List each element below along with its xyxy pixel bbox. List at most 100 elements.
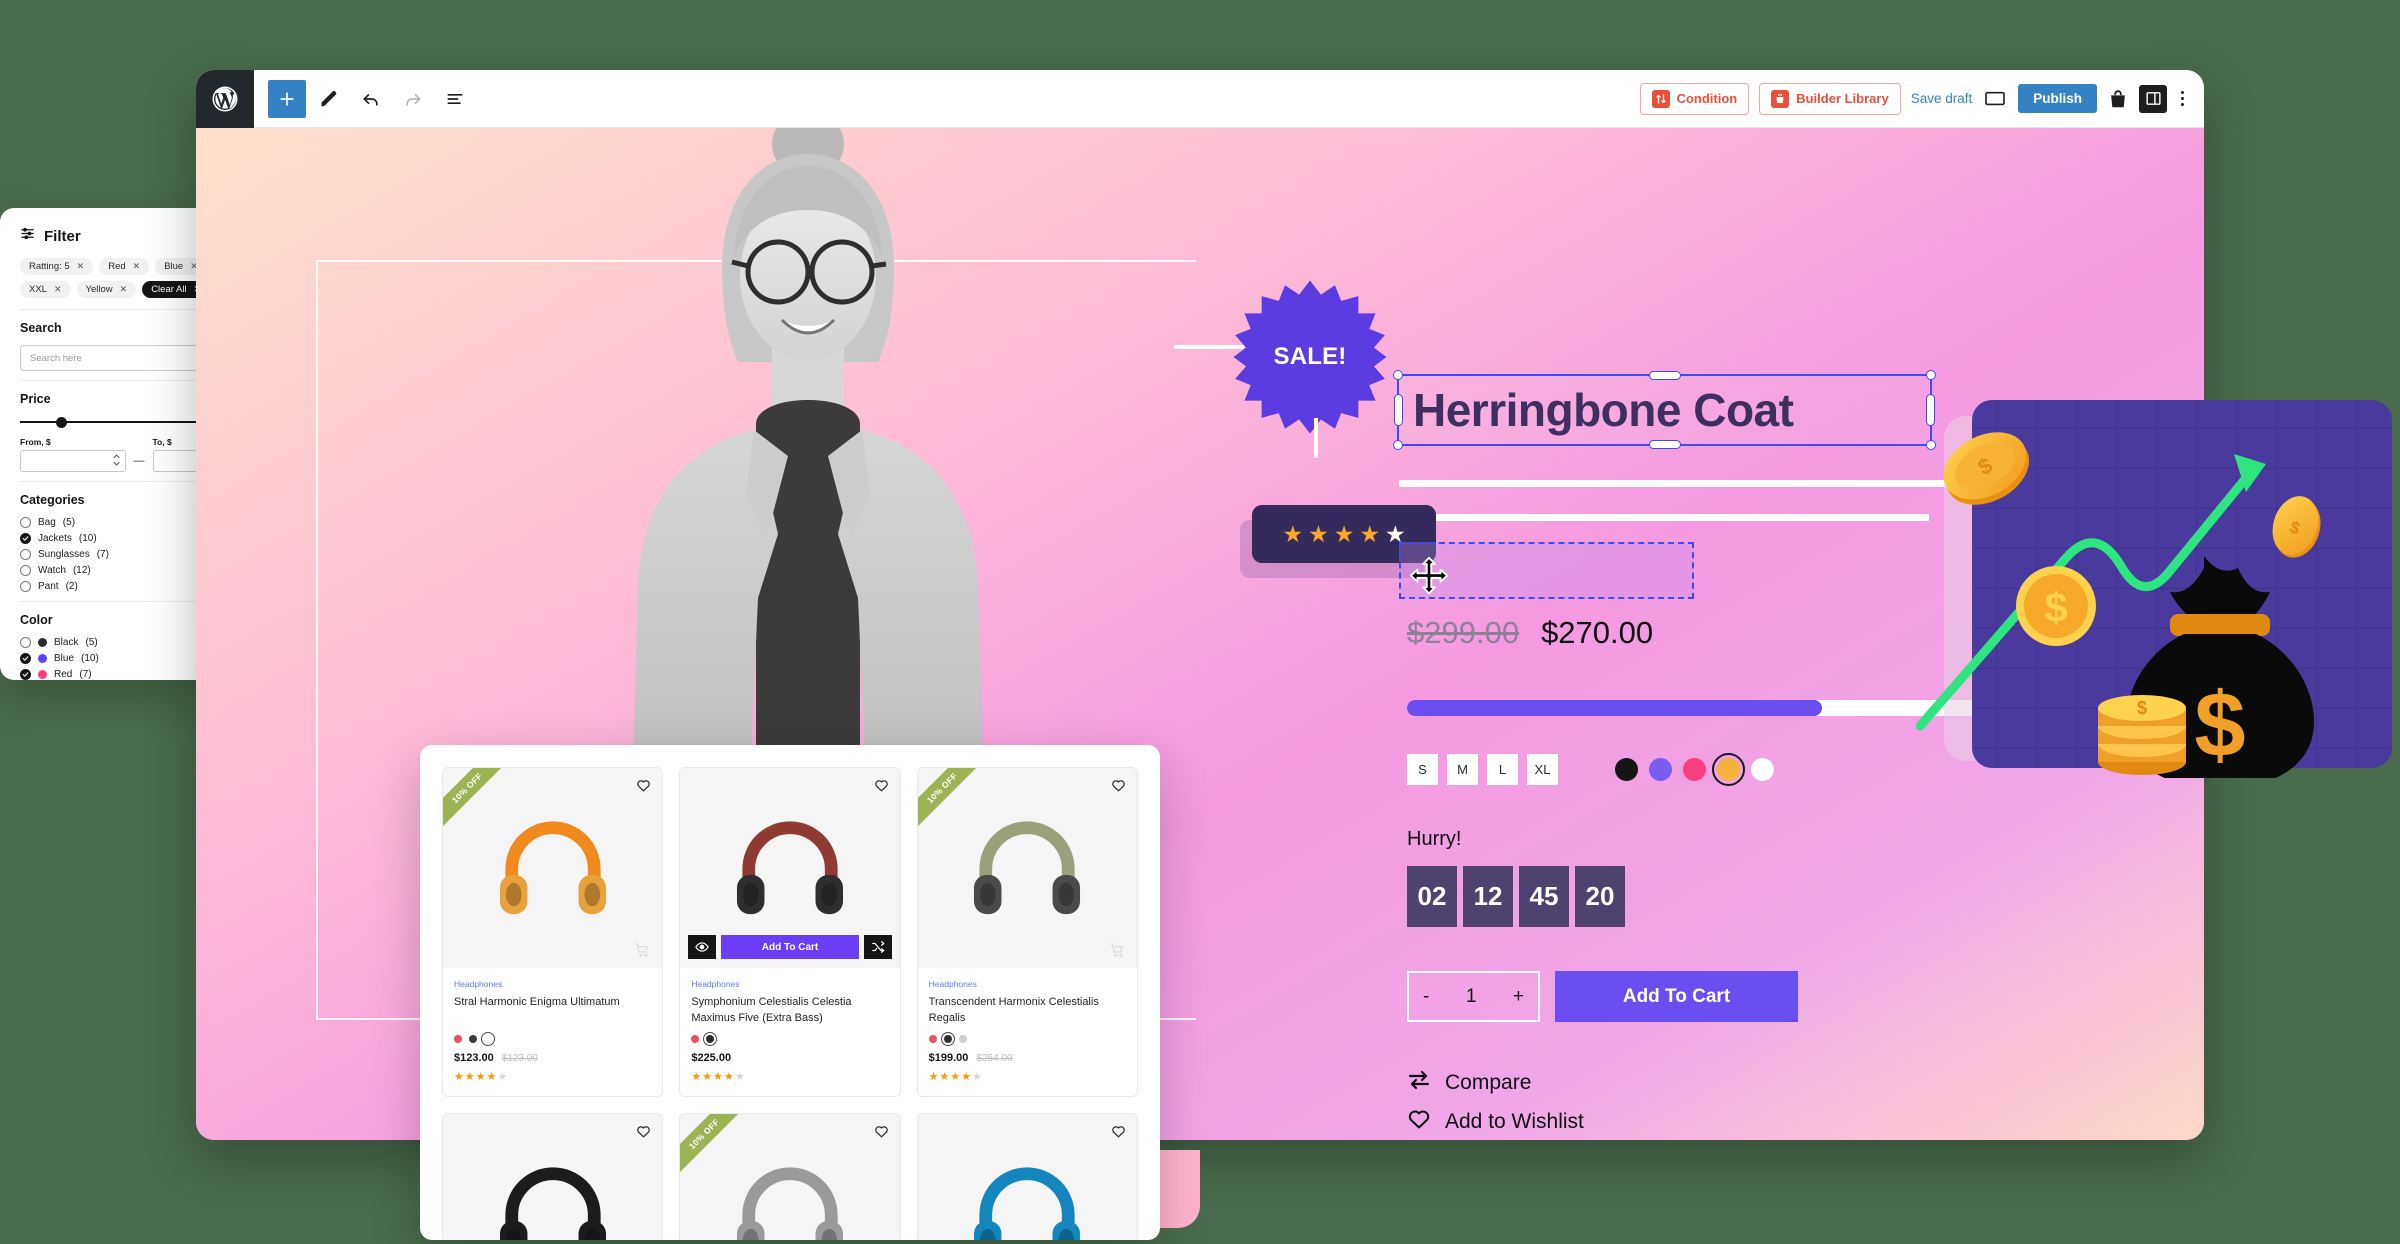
resize-handle-left[interactable]: [1394, 394, 1403, 426]
product-image: [974, 1167, 1081, 1240]
size-option-s[interactable]: S: [1407, 754, 1438, 785]
product-card[interactable]: [916, 1113, 1138, 1240]
size-option-l[interactable]: L: [1487, 754, 1518, 785]
sidebar-panel-icon[interactable]: [2139, 84, 2167, 113]
publish-button[interactable]: Publish: [2018, 84, 2097, 113]
product-image: [499, 821, 606, 915]
product-color-dot[interactable]: [469, 1035, 477, 1043]
edit-pencil-icon[interactable]: [310, 80, 348, 118]
toolbar-right-actions: Condition Builder Library Save draft Pub…: [1639, 82, 2204, 115]
wishlist-heart-icon[interactable]: [874, 1124, 889, 1139]
product-title-block[interactable]: Herringbone Coat: [1393, 370, 1936, 450]
condition-button[interactable]: Condition: [1639, 82, 1750, 115]
product-thumbnail: 10% OFF: [680, 1114, 900, 1240]
product-card[interactable]: Add To Cart Headphones Symphonium Celestia…: [679, 767, 901, 1097]
wishlist-link[interactable]: Add to Wishlist: [1407, 1107, 1584, 1137]
radio-unchecked-icon[interactable]: [20, 637, 31, 648]
wishlist-heart-icon[interactable]: [1111, 1124, 1126, 1139]
product-card[interactable]: [442, 1113, 664, 1240]
product-color-dot[interactable]: [928, 1035, 937, 1043]
product-name[interactable]: Symphonium Celestialis Celestia Maximus …: [691, 995, 888, 1027]
product-color-dot[interactable]: [940, 1032, 955, 1046]
swatch-pink[interactable]: [1683, 758, 1706, 781]
builder-library-label: Builder Library: [1796, 91, 1889, 106]
product-price-was: $254.00: [976, 1053, 1013, 1064]
resize-handle-bottom-left[interactable]: [1393, 440, 1403, 450]
redo-icon[interactable]: [394, 80, 432, 118]
wishlist-label: Add to Wishlist: [1445, 1110, 1584, 1133]
product-color-dot[interactable]: [691, 1035, 700, 1043]
radio-checked-icon[interactable]: [20, 669, 31, 680]
radio-checked-icon[interactable]: [20, 533, 31, 544]
product-thumbnail: 10% OFF: [917, 768, 1137, 968]
filter-chip[interactable]: Red ✕: [99, 258, 150, 275]
swatch-purple[interactable]: [1649, 758, 1672, 781]
size-option-xl[interactable]: XL: [1527, 754, 1558, 785]
chip-remove-icon[interactable]: ✕: [77, 261, 85, 272]
radio-unchecked-icon[interactable]: [20, 565, 31, 576]
product-color-dot[interactable]: [454, 1035, 462, 1043]
product-name[interactable]: Stral Harmonic Enigma Ultimatum: [454, 995, 651, 1027]
product-name[interactable]: Transcendent Harmonix Celestialis Regali…: [929, 995, 1126, 1027]
star-filled-icon: ★: [1359, 520, 1380, 547]
filter-chip[interactable]: XXL ✕: [20, 281, 71, 298]
wishlist-heart-icon[interactable]: [1111, 778, 1126, 793]
add-block-button[interactable]: [268, 79, 306, 118]
save-draft-button[interactable]: Save draft: [1911, 91, 1973, 106]
product-card[interactable]: 10% OFF: [679, 1113, 901, 1240]
quantity-decrease-button[interactable]: -: [1423, 986, 1429, 1008]
product-category[interactable]: Headphones: [929, 979, 1126, 989]
swatch-black[interactable]: [1615, 758, 1638, 781]
woo-bag-icon[interactable]: [2107, 88, 2129, 110]
swatch-yellow[interactable]: [1712, 753, 1745, 786]
star-empty-icon: ★: [734, 1071, 745, 1083]
desktop-preview-icon[interactable]: [1982, 88, 2008, 110]
chip-remove-icon[interactable]: ✕: [54, 284, 62, 295]
radio-unchecked-icon[interactable]: [20, 549, 31, 560]
list-view-icon[interactable]: [436, 80, 474, 118]
product-color-dot[interactable]: [481, 1032, 495, 1046]
product-color-dot[interactable]: [958, 1035, 967, 1043]
wishlist-heart-icon[interactable]: [636, 778, 651, 793]
wishlist-heart-icon[interactable]: [636, 1124, 651, 1139]
add-to-cart-button[interactable]: Add To Cart: [1555, 971, 1798, 1022]
wishlist-heart-icon[interactable]: [874, 778, 889, 793]
radio-checked-icon[interactable]: [20, 653, 31, 664]
quick-view-button[interactable]: [688, 935, 717, 959]
swatch-white[interactable]: [1751, 758, 1774, 781]
product-card[interactable]: 10% OFF Headphones Transcendent Harmonix C…: [916, 767, 1138, 1097]
slider-handle[interactable]: [56, 417, 67, 428]
stepper-icon[interactable]: [112, 454, 120, 466]
category-count: (12): [72, 565, 91, 576]
condition-label: Condition: [1676, 91, 1738, 106]
resize-handle-top-right[interactable]: [1926, 370, 1936, 380]
undo-icon[interactable]: [352, 80, 390, 118]
compare-button[interactable]: [863, 935, 892, 959]
product-category[interactable]: Headphones: [454, 979, 651, 989]
resize-handle-bottom[interactable]: [1648, 440, 1681, 449]
card-add-to-cart-button[interactable]: Add To Cart: [721, 935, 859, 959]
chip-remove-icon[interactable]: ✕: [120, 284, 128, 295]
filter-chip[interactable]: Yellow ✕: [76, 281, 137, 298]
product-card[interactable]: 10% OFF Headphones Stral Harmonic Enigma U…: [442, 767, 664, 1097]
product-category[interactable]: Headphones: [691, 979, 888, 989]
cart-icon[interactable]: [634, 942, 650, 958]
radio-unchecked-icon[interactable]: [20, 517, 31, 528]
resize-handle-top[interactable]: [1648, 371, 1681, 380]
star-filled-icon: ★: [691, 1071, 702, 1083]
radio-unchecked-icon[interactable]: [20, 581, 31, 592]
resize-handle-top-left[interactable]: [1393, 370, 1403, 380]
quantity-increase-button[interactable]: +: [1513, 986, 1524, 1008]
compare-link[interactable]: Compare: [1407, 1068, 1531, 1098]
svg-text:$: $: [2044, 584, 2067, 631]
chip-remove-icon[interactable]: ✕: [133, 261, 141, 272]
product-color-dot[interactable]: [703, 1032, 718, 1046]
size-option-m[interactable]: M: [1447, 754, 1478, 785]
price-from-input[interactable]: [20, 450, 126, 472]
wordpress-icon[interactable]: [196, 70, 254, 128]
builder-library-button[interactable]: Builder Library: [1759, 82, 1901, 115]
cart-icon[interactable]: [1109, 942, 1125, 958]
filter-chip[interactable]: Ratting: 5 ✕: [20, 258, 94, 275]
quantity-stepper[interactable]: - 1 +: [1407, 971, 1540, 1022]
kebab-menu-icon[interactable]: [2177, 91, 2188, 106]
